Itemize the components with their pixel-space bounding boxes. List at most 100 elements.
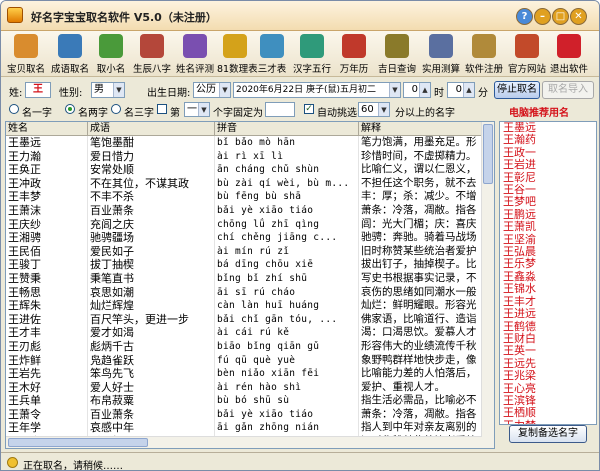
table-row[interactable]: 王炸鲜 凫趋雀跃 fú qū què yuè 象野鸭群样地快步走，像 <box>6 353 482 368</box>
explanation-cell: 比喻能力差的人怕落后， <box>359 367 482 381</box>
toolbar-button-10[interactable]: 实用测算 <box>421 34 461 76</box>
fixed-char-input[interactable] <box>265 102 295 117</box>
table-row[interactable]: 王墨远 笔饱墨酣 bǐ bǎo mò hān 笔力饱满，用墨充足。形 <box>6 136 482 150</box>
horizontal-scrollbar[interactable] <box>6 436 482 448</box>
busy-icon <box>7 457 18 468</box>
toolbar-button-4[interactable]: 姓名评测 <box>175 34 215 76</box>
toolbar-button-label: 宝贝取名 <box>6 64 45 75</box>
recommended-name[interactable]: 王瀚药 <box>500 133 596 146</box>
table-row[interactable]: 王骏丁 拔丁抽楔 bá dīng chōu xiē 拔出钉子，抽掉楔子。比 <box>6 258 482 272</box>
recommended-name[interactable]: 王锦水 <box>500 282 596 295</box>
recommended-name[interactable]: 王进远 <box>500 307 596 320</box>
radio-one-char-label: 名一字 <box>22 108 52 119</box>
recommended-name[interactable]: 王英一 <box>500 344 596 357</box>
name-cell: 王丰梦 <box>6 190 88 204</box>
table-row[interactable]: 王奂正 安常处顺 ān cháng chǔ shùn 比喻仁义，谓以仁恩义， <box>6 163 482 177</box>
table-row[interactable]: 王木好 爱人好士 ài rén hào shì 爱护、重视人才。 <box>6 380 482 395</box>
explanation-cell: 指生活必需品，比喻必不 <box>359 394 482 408</box>
toolbar-button-11[interactable]: 软件注册 <box>464 34 504 76</box>
table-row[interactable]: 王年学 哀感中年 āi gǎn zhōng nián 指人到中年对亲友离别的 <box>6 421 482 436</box>
recommended-name[interactable]: 王兆梁 <box>500 369 596 382</box>
magnifier-icon <box>223 34 247 58</box>
surname-input[interactable]: 王 <box>25 82 51 98</box>
import-names-button[interactable]: 取名导入 <box>542 81 594 99</box>
birth-date-picker[interactable]: 2020年6月22日 庚子(鼠)五月初二 ▼ <box>233 82 401 98</box>
minute-spinner[interactable]: 0 ▲ <box>447 82 475 98</box>
explanation-cell: 珍惜时间，不虚掷精力。 <box>359 149 482 164</box>
explanation-cell: 旧时称赞某些统治者爱护 <box>359 244 482 259</box>
fix-position-select[interactable]: 一 ▼ <box>184 102 210 117</box>
minute-unit: 分 <box>478 88 488 99</box>
recommended-name[interactable]: 王岩进 <box>500 158 596 171</box>
minimize-button[interactable]: – <box>534 8 551 25</box>
toolbar-button-label: 成语取名 <box>50 64 89 75</box>
table-row[interactable]: 王畅思 哀思如潮 āi sī rú cháo 哀伤的思绪如同潮水一般 <box>6 285 482 300</box>
help-button[interactable]: ? <box>516 8 533 25</box>
radio-three-char[interactable] <box>111 104 121 114</box>
column-header-idiom[interactable]: 成语 <box>88 122 215 136</box>
toolbar-button-1[interactable]: 成语取名 <box>49 34 91 76</box>
table-row[interactable]: 王赞秉 秉笔直书 bǐng bǐ zhí shū 写史书根据事实记录，不 <box>6 271 482 286</box>
table-row[interactable]: 王才丰 爱才如渴 ài cái rú kě 渴：口渴思饮。爱慕人才 <box>6 326 482 340</box>
recommended-name[interactable]: 王乐梦 <box>500 258 596 271</box>
recommended-name[interactable]: 王萧凯 <box>500 220 596 233</box>
table-row[interactable]: 王进佐 百尺竿头，更进一步 bǎi chǐ gān tóu, ... 佛家语，比喻道行… <box>6 312 482 327</box>
toolbar-button-3[interactable]: 生辰八字 <box>132 34 172 76</box>
table-row[interactable]: 王兵单 布帛菽粟 bù bó shū sù 指生活必需品，比喻必不 <box>6 394 482 408</box>
vertical-scrollbar[interactable] <box>481 122 494 448</box>
table-row[interactable]: 王萧令 百业萧条 bǎi yè xiāo tiáo 萧条：冷落，凋敝。指各 <box>6 407 482 422</box>
table-row[interactable]: 王丰梦 不丰不杀 bù fēng bù shā 丰：厚；杀：减少。不增 <box>6 190 482 204</box>
toolbar-button-2[interactable]: 取小名 <box>93 34 129 76</box>
toolbar-button-9[interactable]: 吉日查询 <box>377 34 417 76</box>
window-title: 好名字宝宝取名软件 V5.0（未注册） <box>31 11 217 24</box>
baby-icon <box>14 34 38 58</box>
score-select[interactable]: 60 ▼ <box>358 102 390 117</box>
name-cell: 王湘骋 <box>6 231 88 245</box>
auto-filter-checkbox[interactable]: ✓ <box>304 104 314 114</box>
recommended-name[interactable]: 王栖顺 <box>500 406 596 419</box>
toolbar-button-7[interactable]: 汉字五行 <box>291 34 333 76</box>
fix-char-checkbox[interactable] <box>157 104 167 114</box>
column-header-name[interactable]: 姓名 <box>6 122 88 136</box>
radio-two-char[interactable] <box>65 104 75 114</box>
table-row[interactable]: 王庆纱 充闾之庆 chōng lǘ zhī qìng 闾：光大门楣；庆：喜庆 <box>6 217 482 232</box>
toolbar-button-5[interactable]: 81数理表 <box>217 34 258 76</box>
scroll-thumb[interactable] <box>483 124 493 184</box>
idiom-cell: 百业萧条 <box>88 407 215 422</box>
hour-spinner[interactable]: 0 ▲ <box>403 82 431 98</box>
toolbar-button-13[interactable]: 退出软件 <box>549 34 589 76</box>
app-window: 好名字宝宝取名软件 V5.0（未注册） ? – □ ✕ 宝贝取名 成语取名 取小名生… <box>0 0 600 471</box>
stop-naming-button[interactable]: 停止取名 <box>494 81 540 99</box>
toolbar-button-8[interactable]: 万年历 <box>334 34 374 76</box>
scroll-thumb[interactable] <box>8 438 148 447</box>
table-row[interactable]: 王冲政 不在其位，不谋其政 bù zài qí wèi, bù m... 不担任这个职… <box>6 176 482 191</box>
minute-value: 0 <box>455 84 462 95</box>
recommended-names-list[interactable]: 王墨远 王瀚药 王政一 王岩进 王彰尼 王谷一 王梦吧 王鹏远 王萧凯 王坚渝 王弘晨 王乐梦 王鑫淼王… <box>499 121 597 425</box>
explanation-cell: 爱护、重视人才。 <box>359 380 482 395</box>
pinyin-cell: āi gǎn zhōng nián <box>215 421 359 436</box>
table-row[interactable]: 王湘骋 驰骋疆场 chí chěng jiāng c... 驰骋：奔驰。骑着马战场 <box>6 231 482 245</box>
recommended-name[interactable]: 王梦吧 <box>500 196 596 209</box>
explanation-cell: 萧条：冷落，凋敝。指各 <box>359 203 482 218</box>
close-button[interactable]: ✕ <box>570 8 587 25</box>
toolbar-button-6[interactable]: 三才表 <box>254 34 290 76</box>
column-header-explanation[interactable]: 解释 <box>359 122 482 136</box>
pinyin-cell: ài rì xī lì <box>215 149 359 164</box>
table-row[interactable]: 王刃彪 彪炳千古 biāo bǐng qiān gǔ 形容伟大的业绩流传千秋 <box>6 339 482 354</box>
toolbar-button-12[interactable]: 官方网站 <box>507 34 547 76</box>
toolbar-button-0[interactable]: 宝贝取名 <box>5 34 47 76</box>
table-row[interactable]: 王辉朱 灿烂辉煌 càn làn huī huáng 灿烂：鲜明耀眼。形容光 <box>6 299 482 313</box>
gender-select[interactable]: 男 ▼ <box>91 82 125 98</box>
maximize-button[interactable]: □ <box>552 8 569 25</box>
pinyin-cell: ài cái rú kě <box>215 326 359 340</box>
column-header-pinyin[interactable]: 拼音 <box>215 122 359 136</box>
radio-one-char[interactable] <box>9 104 19 114</box>
calendar-type-select[interactable]: 公历 ▼ <box>193 82 231 98</box>
copy-names-button[interactable]: 复制备选名字 <box>509 425 587 443</box>
name-cell: 王冲政 <box>6 176 88 191</box>
table-row[interactable]: 王民佰 爱民如子 ài mín rú zǐ 旧时称赞某些统治者爱护 <box>6 244 482 259</box>
table-row[interactable]: 王岩先 笨鸟先飞 bèn niǎo xiān fēi 比喻能力差的人怕落后， <box>6 367 482 381</box>
names-table[interactable]: 姓名 成语 拼音 解释 王墨远 笔饱墨酣 bǐ bǎo mò hān 笔力饱满，用墨充… <box>5 121 495 449</box>
table-row[interactable]: 王萧沫 百业萧条 bǎi yè xiāo tiáo 萧条：冷落，凋敝。指各 <box>6 203 482 218</box>
table-row[interactable]: 王力瀚 爱日惜力 ài rì xī lì 珍惜时间，不虚掷精力。 <box>6 149 482 164</box>
